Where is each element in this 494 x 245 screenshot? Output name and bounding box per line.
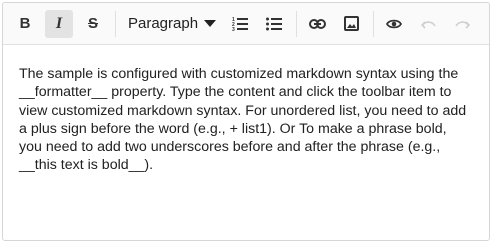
ordered-list-button[interactable]: 1 2 3 [226, 10, 254, 38]
redo-icon [454, 20, 470, 29]
undo-icon [420, 20, 436, 29]
editor-paragraph: The sample is configured with customized… [19, 66, 467, 174]
format-dropdown-label: Paragraph [128, 15, 199, 32]
image-icon [343, 16, 359, 31]
undo-button[interactable] [414, 10, 442, 38]
insert-link-button[interactable] [303, 10, 331, 38]
toolbar-separator [296, 10, 298, 37]
italic-icon: I [55, 14, 63, 32]
unordered-list-icon [266, 17, 283, 30]
caret-down-icon [204, 20, 217, 27]
eye-icon [386, 19, 403, 28]
redo-button[interactable] [448, 10, 476, 38]
svg-text:3: 3 [232, 27, 235, 32]
toolbar-separator [373, 10, 375, 37]
insert-image-button[interactable] [337, 10, 365, 38]
italic-button[interactable]: I [45, 9, 73, 38]
unordered-list-button[interactable] [260, 10, 288, 38]
link-icon [308, 18, 326, 29]
bold-icon: B [19, 15, 31, 32]
preview-button[interactable] [380, 10, 408, 38]
bold-button[interactable]: B [11, 10, 39, 38]
strikethrough-button[interactable]: S [79, 10, 107, 38]
editor-toolbar: B I S Paragraph 1 2 3 [3, 3, 489, 45]
strikethrough-icon: S [87, 15, 98, 32]
toolbar-separator [115, 10, 116, 37]
ordered-list-icon: 1 2 3 [232, 17, 249, 32]
markdown-editor: B I S Paragraph 1 2 3 The sample is conf… [2, 2, 490, 241]
editor-content-area[interactable]: The sample is configured with customized… [3, 45, 489, 175]
format-dropdown[interactable]: Paragraph [122, 10, 222, 38]
